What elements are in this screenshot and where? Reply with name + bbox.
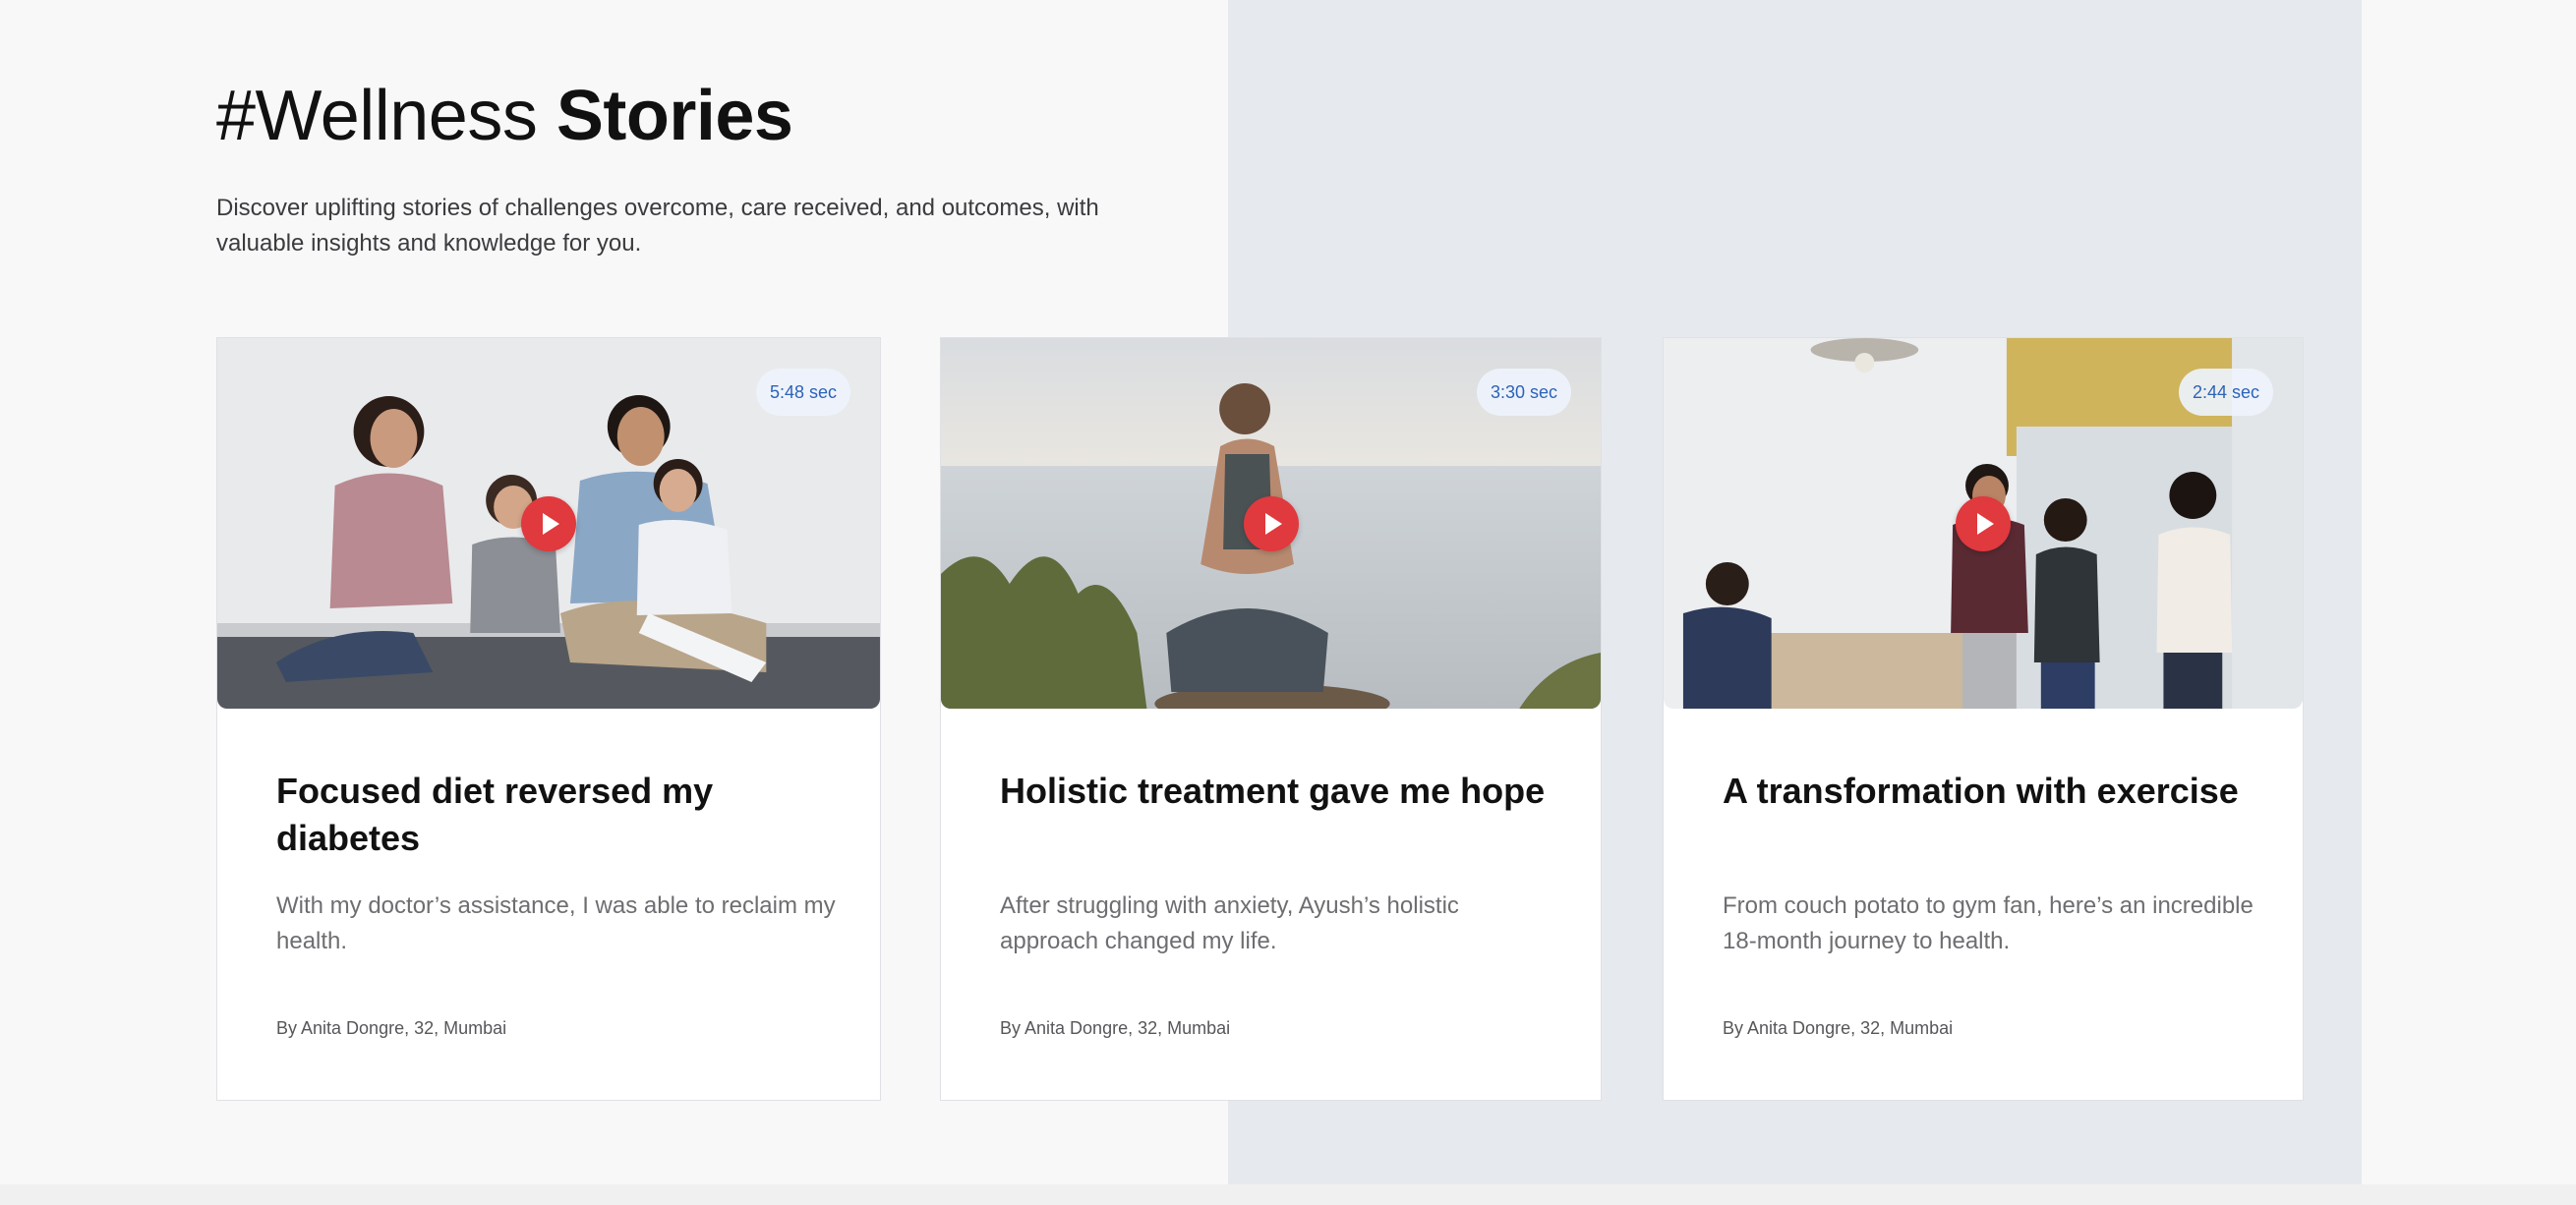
story-title[interactable]: A transformation with exercise xyxy=(1723,768,2263,815)
video-duration-badge: 2:44 sec xyxy=(2178,369,2273,416)
play-icon[interactable] xyxy=(521,495,576,551)
play-icon[interactable] xyxy=(1243,495,1299,551)
story-video-thumbnail[interactable]: 5:48 sec xyxy=(217,338,880,709)
heading-emphasis: Stories xyxy=(556,77,793,155)
play-icon[interactable] xyxy=(1956,495,2011,551)
story-title[interactable]: Focused diet reversed my diabetes xyxy=(276,768,841,862)
story-description: With my doctor’s assistance, I was able … xyxy=(276,892,836,954)
video-duration-badge: 3:30 sec xyxy=(1476,369,1571,416)
story-card[interactable]: 3:30 sec Holistic treatment gave me hope… xyxy=(940,337,1602,1101)
story-title[interactable]: Holistic treatment gave me hope xyxy=(1000,768,1561,815)
story-card[interactable]: 2:44 sec A transformation with exercise … xyxy=(1663,337,2304,1101)
story-author: By Anita Dongre, 32, Mumbai xyxy=(276,1018,507,1038)
story-author: By Anita Dongre, 32, Mumbai xyxy=(1723,1018,1954,1038)
story-author: By Anita Dongre, 32, Mumbai xyxy=(1000,1018,1231,1038)
story-video-thumbnail[interactable]: 3:30 sec xyxy=(941,338,1601,709)
section-intro: Discover uplifting stories of challenges… xyxy=(216,195,1099,257)
story-description: After struggling with anxiety, Ayush’s h… xyxy=(1000,892,1459,954)
video-duration-badge: 5:48 sec xyxy=(755,369,850,416)
heading-prefix: #Wellness xyxy=(216,77,538,155)
section-heading: #Wellness Stories xyxy=(216,77,793,155)
bottom-strip xyxy=(0,1184,2576,1205)
story-video-thumbnail[interactable]: 2:44 sec xyxy=(1664,338,2303,709)
story-description: From couch potato to gym fan, here’s an … xyxy=(1723,892,2254,954)
story-card[interactable]: 5:48 sec Focused diet reversed my diabet… xyxy=(216,337,881,1101)
